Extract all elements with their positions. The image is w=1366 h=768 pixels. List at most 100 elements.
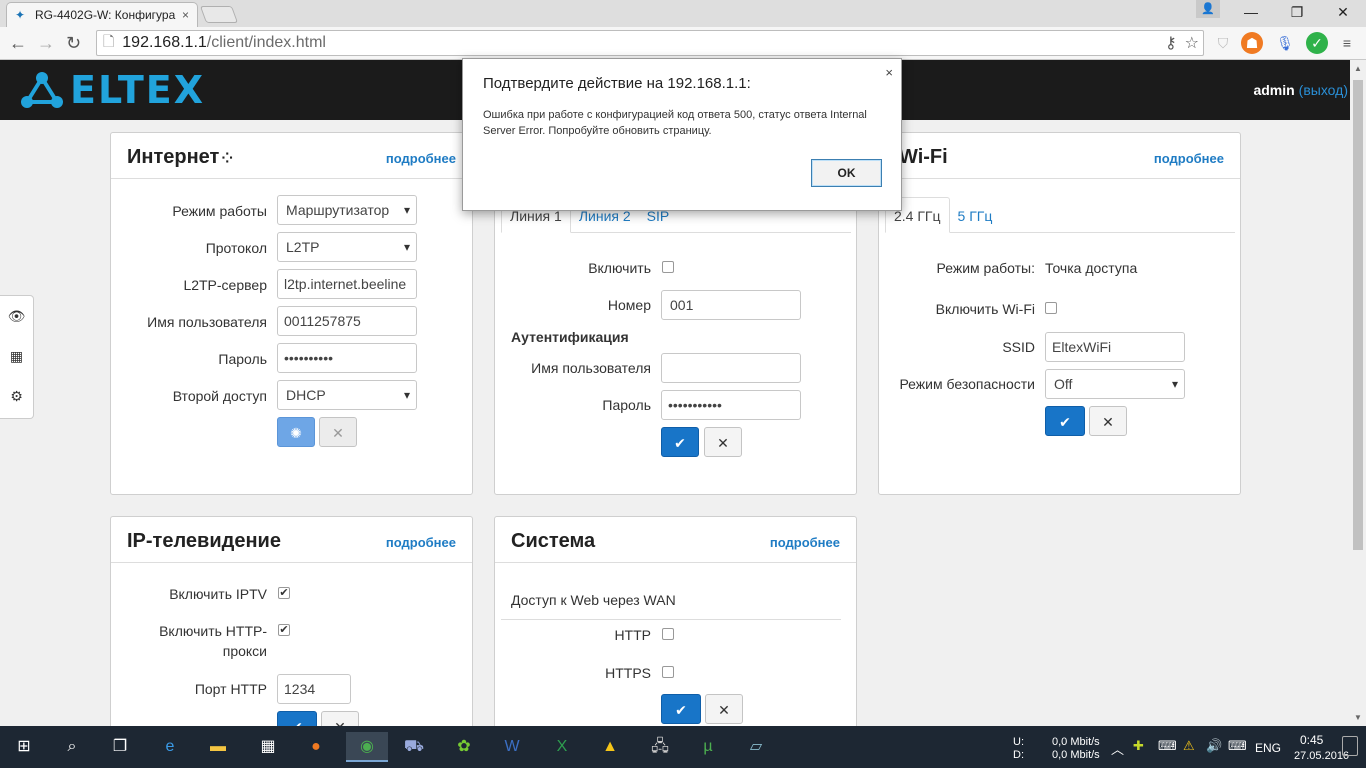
http-port-input[interactable]: 1234 <box>277 674 351 704</box>
excel-icon[interactable]: X <box>546 732 578 762</box>
tray-app-icon[interactable]: ✚ <box>1133 738 1144 754</box>
firefox-icon[interactable]: ● <box>300 732 332 762</box>
password-input[interactable]: •••••••••• <box>277 343 417 373</box>
microphone-extension-icon[interactable]: 🎙 <box>1274 32 1296 54</box>
word-icon[interactable]: W <box>496 732 528 762</box>
tray-warning-icon[interactable]: ⚠ <box>1183 738 1195 754</box>
icq-icon[interactable]: ✿ <box>448 732 480 762</box>
number-input[interactable]: 001 <box>661 290 801 320</box>
wifi-panel-header: Wi-Fi подробнее <box>879 133 1240 179</box>
eltex-logo-icon <box>21 72 63 108</box>
aimp-icon[interactable]: ▲ <box>594 732 626 762</box>
network-app-icon[interactable]: ⛟ <box>398 732 430 762</box>
voip-password-label: Пароль <box>602 397 651 413</box>
mode-select[interactable]: Маршрутизатор <box>277 195 417 225</box>
username-input[interactable]: 0011257875 <box>277 306 417 336</box>
system-save-button[interactable]: ✔ <box>661 694 701 724</box>
http-proxy-checkbox[interactable]: ✔ <box>278 624 290 636</box>
password-label: Пароль <box>218 351 267 367</box>
voip-cancel-button[interactable]: ✕ <box>704 427 742 457</box>
internet-more-link[interactable]: подробнее <box>386 151 456 166</box>
bookmark-star-icon[interactable]: ☆ <box>1185 33 1199 53</box>
wifi-more-link[interactable]: подробнее <box>1154 151 1224 166</box>
iptv-cancel-button[interactable]: ✕ <box>321 711 359 726</box>
iptv-more-link[interactable]: подробнее <box>386 535 456 550</box>
page-scrollbar[interactable]: ▲ ▼ <box>1350 60 1366 726</box>
voip-password-input[interactable]: ••••••••••• <box>661 390 801 420</box>
check-extension-icon[interactable]: ✓ <box>1306 32 1328 54</box>
chrome-icon[interactable]: ◉ <box>346 732 388 762</box>
address-bar[interactable]: 🗋 192.168.1.1/client/index.html ⚷ ☆ <box>96 30 1204 56</box>
voip-enable-checkbox[interactable] <box>662 261 674 273</box>
system-cancel-button[interactable]: ✕ <box>705 694 743 724</box>
key-icon[interactable]: ⚷ <box>1165 33 1177 53</box>
second-access-select[interactable]: DHCP <box>277 380 417 410</box>
wifi-tabs: 2.4 ГГц 5 ГГц <box>885 197 1235 233</box>
clock-date[interactable]: 27.05.2016 <box>1294 750 1349 762</box>
dialog-close-icon[interactable]: × <box>885 65 893 80</box>
calculator-icon[interactable]: ▦ <box>252 732 284 762</box>
logout-link[interactable]: (выход) <box>1299 82 1348 98</box>
windows-start-icon[interactable]: ⊞ <box>8 732 40 762</box>
internet-cancel-button[interactable]: ✕ <box>319 417 357 447</box>
keyboard-icon[interactable]: ⌨ <box>1228 738 1247 754</box>
wifi-cancel-button[interactable]: ✕ <box>1089 406 1127 436</box>
browser-tab[interactable]: ✦ RG-4402G-W: Конфигура × <box>6 2 198 27</box>
ssid-input[interactable]: EltexWiFi <box>1045 332 1185 362</box>
iptv-save-button[interactable]: ✔ <box>277 711 317 726</box>
scroll-up-icon[interactable]: ▲ <box>1354 64 1362 73</box>
tray-expand-icon[interactable]: ︿ <box>1111 739 1124 758</box>
edge-icon[interactable]: e <box>154 732 186 762</box>
security-select[interactable]: Off <box>1045 369 1185 399</box>
scroll-down-icon[interactable]: ▼ <box>1354 713 1362 722</box>
close-window-button[interactable]: ✕ <box>1320 0 1366 24</box>
grid-icon[interactable]: ▦ <box>0 336 33 376</box>
gear-icon[interactable]: ⚙ <box>0 376 33 416</box>
iptv-enable-checkbox[interactable]: ✔ <box>278 587 290 599</box>
shield-extension-icon[interactable]: ⛉ <box>1212 32 1234 54</box>
dialog-message: Ошибка при работе с конфигурацией код от… <box>483 109 867 137</box>
search-icon[interactable]: ⌕ <box>56 732 88 762</box>
forward-icon[interactable]: → <box>37 33 55 53</box>
file-explorer-icon[interactable]: ▬ <box>202 732 234 762</box>
voip-save-button[interactable]: ✔ <box>661 427 699 457</box>
tray-device-icon[interactable]: ⌨ <box>1158 738 1177 754</box>
tab-close-icon[interactable]: × <box>182 8 189 22</box>
internet-title: Интернет ⁘ <box>127 146 234 168</box>
internet-panel-header: Интернет ⁘ подробнее <box>111 133 472 179</box>
dialog-ok-button[interactable]: OK <box>811 159 882 187</box>
wifi-save-button[interactable]: ✔ <box>1045 406 1085 436</box>
restore-button[interactable]: ❐ <box>1274 0 1320 24</box>
scrollbar-thumb[interactable] <box>1353 80 1363 550</box>
auth-title: Аутентификация <box>511 329 629 345</box>
fox-extension-icon[interactable]: ☗ <box>1241 32 1263 54</box>
l2tp-server-input[interactable]: l2tp.internet.beeline <box>277 269 417 299</box>
volume-icon[interactable]: 🔊 <box>1206 738 1222 754</box>
reload-icon[interactable]: ↻ <box>66 33 81 53</box>
eye-icon[interactable]: 👁 <box>0 296 33 336</box>
tab-5ghz[interactable]: 5 ГГц <box>950 198 1001 234</box>
wifi-enable-checkbox[interactable] <box>1045 302 1057 314</box>
http-proxy-label-line1: Включить HTTP- <box>159 623 267 639</box>
task-view-icon[interactable]: ❐ <box>104 732 136 762</box>
notes-icon[interactable]: ▱ <box>740 732 772 762</box>
utorrent-icon[interactable]: µ <box>692 732 724 762</box>
menu-icon[interactable]: ≡ <box>1336 32 1358 54</box>
system-panel-header: Система подробнее <box>495 517 856 563</box>
language-indicator[interactable]: ENG <box>1255 741 1281 755</box>
https-checkbox[interactable] <box>662 666 674 678</box>
remote-desktop-icon[interactable]: 🖧 <box>644 732 676 762</box>
system-more-link[interactable]: подробнее <box>770 535 840 550</box>
back-icon[interactable]: ← <box>9 33 27 53</box>
minimize-button[interactable]: — <box>1228 0 1274 24</box>
clock-time[interactable]: 0:45 <box>1300 733 1323 747</box>
internet-save-button[interactable]: ✺ <box>277 417 315 447</box>
security-label: Режим безопасности <box>899 376 1035 392</box>
notifications-icon[interactable] <box>1342 736 1358 756</box>
protocol-select[interactable]: L2TP <box>277 232 417 262</box>
http-checkbox[interactable] <box>662 628 674 640</box>
voip-username-input[interactable] <box>661 353 801 383</box>
profile-icon[interactable]: 👤 <box>1196 0 1220 18</box>
new-tab-button[interactable] <box>199 6 239 23</box>
close-icon: ✕ <box>334 719 346 726</box>
